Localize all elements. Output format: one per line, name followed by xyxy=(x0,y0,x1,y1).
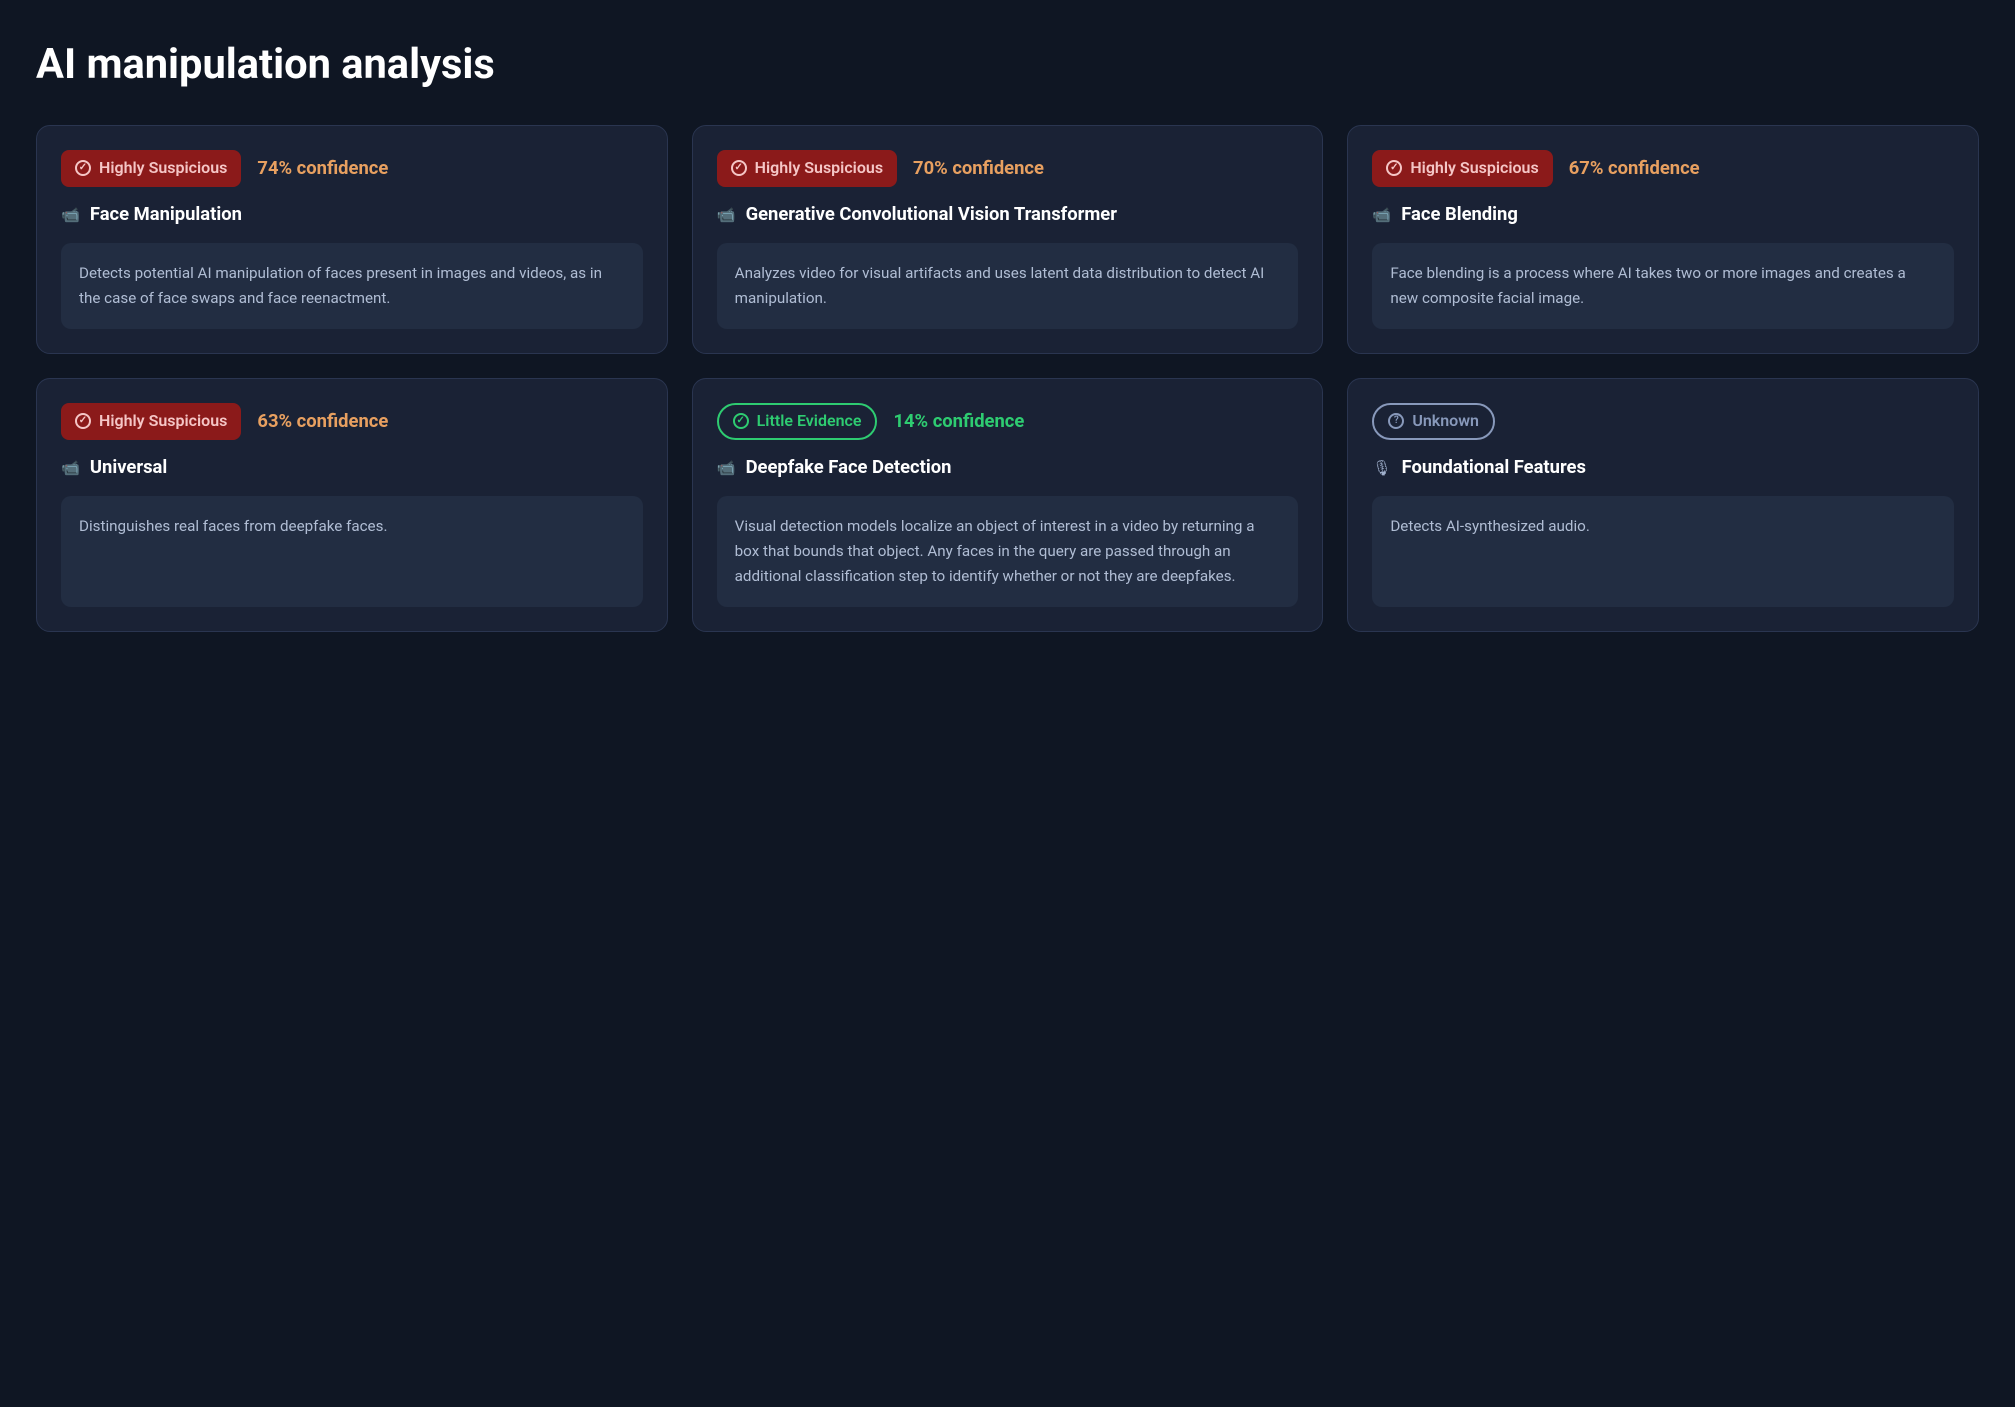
card-title-text: Foundational Features xyxy=(1402,456,1586,480)
checkmark-icon: ✓ xyxy=(75,160,91,176)
description-generative-conv: Analyzes video for visual artifacts and … xyxy=(717,243,1299,329)
confidence-value: 67% confidence xyxy=(1569,158,1700,179)
video-icon xyxy=(717,458,736,477)
video-icon xyxy=(1372,205,1391,224)
card-universal: ✓ Highly Suspicious 63% confidence Unive… xyxy=(36,378,668,632)
video-icon xyxy=(717,205,736,224)
description-face-blending: Face blending is a process where AI take… xyxy=(1372,243,1954,329)
title-row-face-blending: Face Blending xyxy=(1372,203,1954,227)
title-row-deepfake-face: Deepfake Face Detection xyxy=(717,456,1299,480)
badge-row-generative-conv: ✓ Highly Suspicious 70% confidence xyxy=(717,150,1299,187)
analysis-grid: ✓ Highly Suspicious 74% confidence Face … xyxy=(36,125,1979,632)
description-universal: Distinguishes real faces from deepfake f… xyxy=(61,496,643,607)
checkmark-icon: ✓ xyxy=(731,160,747,176)
description-foundational: Detects AI-synthesized audio. xyxy=(1372,496,1954,607)
card-title-text: Deepfake Face Detection xyxy=(746,456,952,480)
badge-row-face-blending: ✓ Highly Suspicious 67% confidence xyxy=(1372,150,1954,187)
badge-label: Little Evidence xyxy=(757,411,862,432)
card-face-blending: ✓ Highly Suspicious 67% confidence Face … xyxy=(1347,125,1979,354)
confidence-value: 70% confidence xyxy=(913,158,1044,179)
title-row-foundational: Foundational Features xyxy=(1372,456,1954,480)
card-title-text: Face Manipulation xyxy=(90,203,242,227)
title-row-face-manipulation: Face Manipulation xyxy=(61,203,643,227)
card-generative-conv: ✓ Highly Suspicious 70% confidence Gener… xyxy=(692,125,1324,354)
description-deepfake-face: Visual detection models localize an obje… xyxy=(717,496,1299,607)
badge-label: Highly Suspicious xyxy=(99,411,227,432)
badge-suspicious-face-manipulation: ✓ Highly Suspicious xyxy=(61,150,241,187)
confidence-value: 74% confidence xyxy=(257,158,388,179)
badge-label: Highly Suspicious xyxy=(755,158,883,179)
video-icon xyxy=(61,205,80,224)
description-face-manipulation: Detects potential AI manipulation of fac… xyxy=(61,243,643,329)
card-deepfake-face: ✓ Little Evidence 14% confidence Deepfak… xyxy=(692,378,1324,632)
confidence-value: 14% confidence xyxy=(893,411,1024,432)
microphone-icon xyxy=(1372,458,1391,477)
card-foundational: ? Unknown Foundational Features Detects A… xyxy=(1347,378,1979,632)
checkmark-icon: ✓ xyxy=(75,413,91,429)
question-icon: ? xyxy=(1388,413,1404,429)
badge-suspicious-face-blending: ✓ Highly Suspicious xyxy=(1372,150,1552,187)
badge-little-evidence-deepfake-face: ✓ Little Evidence xyxy=(717,403,878,440)
checkmark-icon: ✓ xyxy=(1386,160,1402,176)
card-face-manipulation: ✓ Highly Suspicious 74% confidence Face … xyxy=(36,125,668,354)
video-icon xyxy=(61,458,80,477)
badge-row-face-manipulation: ✓ Highly Suspicious 74% confidence xyxy=(61,150,643,187)
confidence-value: 63% confidence xyxy=(257,411,388,432)
badge-row-deepfake-face: ✓ Little Evidence 14% confidence xyxy=(717,403,1299,440)
card-title-text: Generative Convolutional Vision Transfor… xyxy=(746,203,1117,227)
badge-label: Highly Suspicious xyxy=(99,158,227,179)
badge-label: Unknown xyxy=(1412,411,1479,432)
badge-row-foundational: ? Unknown xyxy=(1372,403,1954,440)
badge-suspicious-generative-conv: ✓ Highly Suspicious xyxy=(717,150,897,187)
badge-suspicious-universal: ✓ Highly Suspicious xyxy=(61,403,241,440)
badge-label: Highly Suspicious xyxy=(1410,158,1538,179)
title-row-universal: Universal xyxy=(61,456,643,480)
checkmark-icon: ✓ xyxy=(733,413,749,429)
card-title-text: Face Blending xyxy=(1401,203,1518,227)
badge-row-universal: ✓ Highly Suspicious 63% confidence xyxy=(61,403,643,440)
badge-unknown-foundational: ? Unknown xyxy=(1372,403,1495,440)
title-row-generative-conv: Generative Convolutional Vision Transfor… xyxy=(717,203,1299,227)
card-title-text: Universal xyxy=(90,456,167,480)
page-title: AI manipulation analysis xyxy=(36,40,1979,89)
